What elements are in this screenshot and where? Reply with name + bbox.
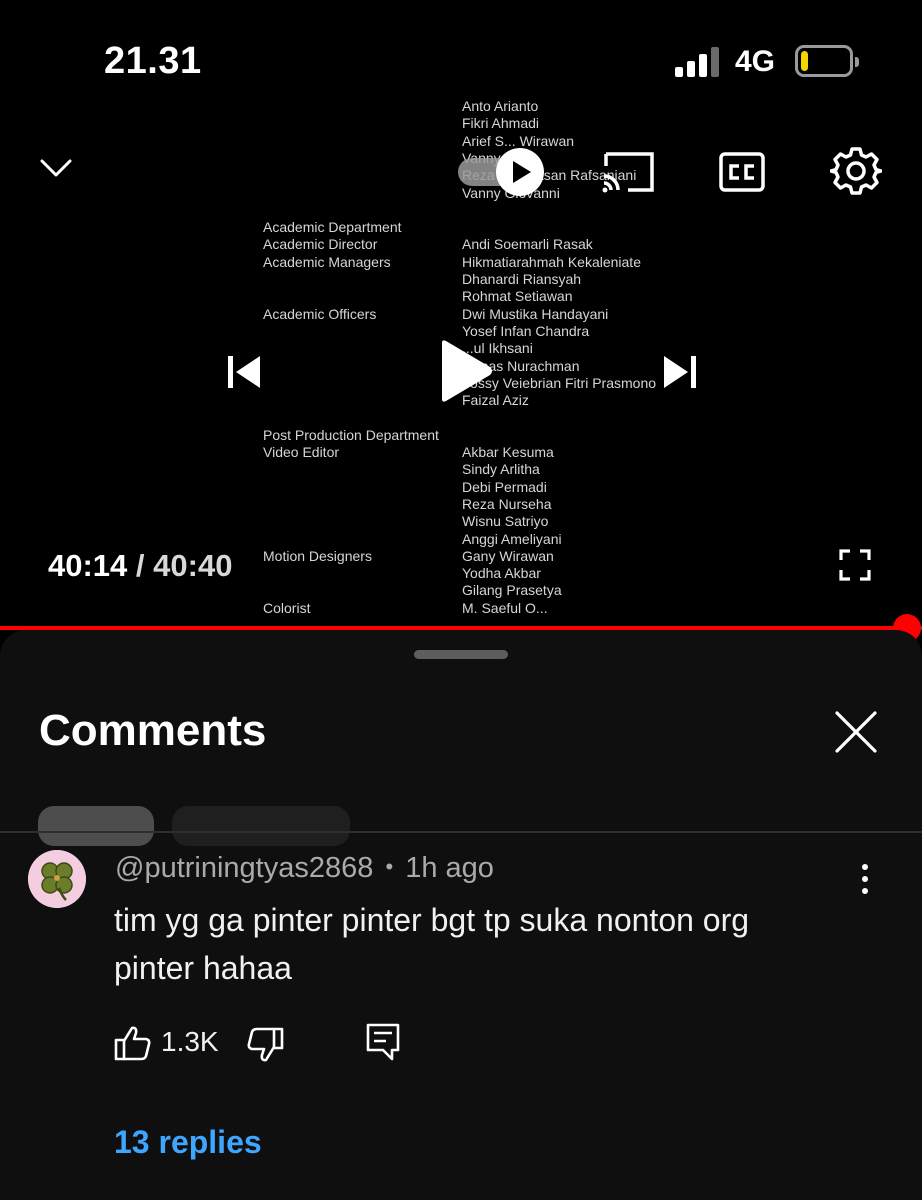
credit-role: Academic Managers (263, 253, 391, 270)
replies-link[interactable]: 13 replies (114, 1124, 262, 1161)
video-duration: 40:40 (153, 548, 233, 583)
play-icon[interactable] (436, 337, 494, 405)
cast-icon[interactable] (598, 150, 656, 196)
previous-icon[interactable] (222, 350, 266, 394)
credit-role: Post Production Department (263, 426, 439, 443)
thumbs-up-icon[interactable] (114, 1024, 152, 1062)
credit-name: Fikri Ahmadi (462, 115, 540, 132)
divider (0, 831, 922, 833)
settings-gear-icon[interactable] (830, 145, 882, 197)
credit-name: Rohmat Setiawan (462, 288, 573, 305)
video-frame-credits: Anto Arianto Fikri Ahmadi Arief S... Wiraw… (0, 0, 922, 630)
credit-name: Hikmatiarahmah Kekaleniate (462, 253, 641, 270)
credit-name: Anto Arianto (462, 98, 539, 114)
chevron-down-icon[interactable] (38, 150, 74, 186)
panel-title: Comments (39, 706, 267, 755)
credit-name: Dwi Mustika Handayani (462, 305, 609, 322)
comments-panel: Comments @putriningtyas2868 • 1h ago tim… (0, 630, 922, 1200)
meta-dot: • (385, 854, 394, 879)
drag-handle[interactable] (414, 650, 508, 659)
credit-name: M. Saeful O... (462, 599, 548, 616)
credit-name: Debi Permadi (462, 478, 547, 495)
credit-name: Gany Wirawan (462, 547, 554, 564)
more-options-icon[interactable] (850, 862, 880, 896)
autoplay-toggle-icon[interactable] (458, 146, 544, 198)
comment-author[interactable]: @putriningtyas2868 (115, 852, 373, 884)
fullscreen-icon[interactable] (838, 548, 872, 582)
close-icon[interactable] (834, 710, 878, 754)
credit-name: Sindy Arlitha (462, 461, 540, 478)
like-count: 1.3K (161, 1026, 219, 1057)
sort-chip-top[interactable] (38, 806, 154, 846)
video-player[interactable]: Anto Arianto Fikri Ahmadi Arief S... Wiraw… (0, 0, 922, 630)
signal-strength-icon (675, 47, 719, 77)
current-time: 40:14 (48, 548, 128, 583)
credit-role: Colorist (263, 599, 311, 616)
credit-role: Motion Designers (263, 547, 372, 564)
comment-text: tim yg ga pinter pinter bgt tp suka nont… (114, 902, 750, 986)
credit-name: Andi Soemarli Rasak (462, 236, 593, 253)
credit-name: Gilang Prasetya (462, 582, 562, 599)
network-label: 4G (735, 45, 776, 78)
credit-name: Dhanardi Riansyah (462, 271, 582, 287)
credit-role: Video Editor (263, 444, 340, 460)
credit-name: Anggi Ameliyani (462, 530, 562, 547)
credit-role: Academic Director (263, 236, 378, 253)
sort-chip-newest[interactable] (172, 806, 350, 846)
next-icon[interactable] (658, 350, 702, 394)
credit-name: Yodha Akbar (462, 565, 541, 582)
credit-role: Academic Officers (263, 305, 377, 322)
status-bar-time: 21.31 (104, 40, 202, 82)
thumbs-down-icon[interactable] (246, 1026, 284, 1064)
credit-name: Wisnu Satriyo (462, 513, 549, 530)
comment-age: 1h ago (405, 852, 494, 884)
credit-name: Reza Nurseha (462, 495, 552, 512)
clover-icon (28, 850, 86, 908)
credit-name: Akbar Kesuma (462, 444, 554, 460)
avatar[interactable] (28, 850, 86, 908)
time-separator: / (135, 548, 145, 583)
comment-meta: @putriningtyas2868 • 1h ago (115, 852, 494, 885)
reply-icon[interactable] (364, 1022, 402, 1062)
playback-time: 40:14 / 40:40 (48, 548, 232, 584)
battery-icon (795, 45, 859, 77)
credit-role: Academic Department (263, 219, 402, 236)
closed-captions-icon[interactable] (718, 150, 766, 194)
